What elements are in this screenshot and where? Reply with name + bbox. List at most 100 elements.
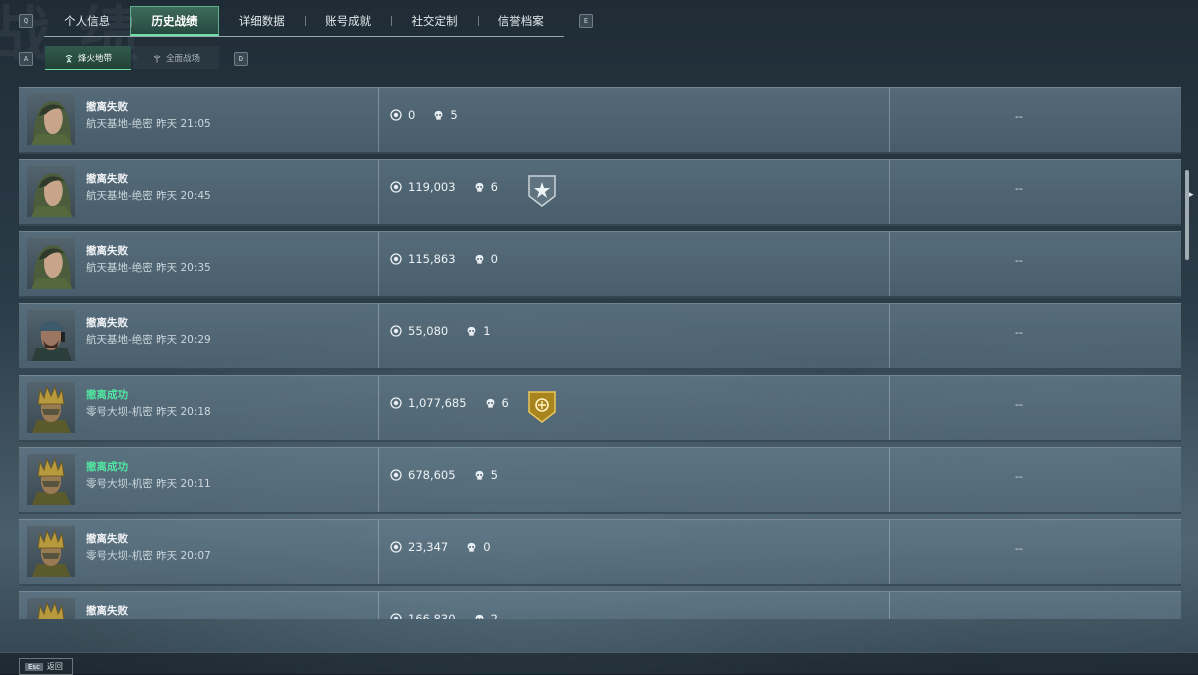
match-row[interactable]: 撤离失败 航天基地-绝密 昨天 20:35 115,863 0 -- xyxy=(19,231,1181,298)
extraction-result: 撤离失败 xyxy=(86,173,128,185)
kill-count: 2 xyxy=(490,612,498,619)
antenna-icon xyxy=(153,54,161,62)
column-divider xyxy=(889,88,890,152)
main-tabs: 个人信息 历史战绩 详细数据 账号成就 社交定制 信誉档案 xyxy=(44,6,564,37)
back-button[interactable]: Esc 返回 xyxy=(19,658,73,675)
column-divider xyxy=(889,376,890,440)
match-row[interactable]: 撤离失败 航天基地-绝密 昨天 20:45 119,003 6 -- xyxy=(19,159,1181,226)
extra-stat: -- xyxy=(1015,542,1023,555)
value-amount: 115,863 xyxy=(408,252,456,266)
e-key-hint: E xyxy=(579,14,593,28)
tab-match-history[interactable]: 历史战绩 xyxy=(130,6,219,36)
match-row[interactable]: 撤离失败 零号大坝-机密 昨天 20:07 23,347 0 -- xyxy=(19,519,1181,586)
extraction-result: 撤离失败 xyxy=(86,533,128,545)
tab-warfare[interactable]: 全面战场 xyxy=(133,46,219,69)
tab-achievements[interactable]: 账号成就 xyxy=(304,6,391,36)
match-time: 昨天 20:11 xyxy=(156,478,211,490)
tab-warfare-label: 全面战场 xyxy=(165,53,200,64)
column-divider xyxy=(378,376,379,440)
match-info: 零号大坝-机密 昨天 20:11 xyxy=(86,476,211,491)
skull-icon xyxy=(475,182,483,192)
coin-icon xyxy=(390,613,402,619)
gold-shield-badge xyxy=(527,390,557,424)
crown-operator-avatar xyxy=(27,382,75,433)
extra-stat: -- xyxy=(1015,398,1023,411)
map-name: 航天基地-绝密 xyxy=(86,262,153,274)
extraction-result: 撤离成功 xyxy=(86,389,128,401)
map-name: 零号大坝-机密 xyxy=(86,478,153,490)
q-key-hint: Q xyxy=(19,14,33,28)
extra-stat: -- xyxy=(1015,326,1023,339)
match-time: 昨天 20:29 xyxy=(156,334,211,346)
crown-operator-avatar xyxy=(27,526,75,577)
column-divider xyxy=(378,520,379,584)
map-name: 航天基地-绝密 xyxy=(86,118,153,130)
column-divider xyxy=(378,232,379,296)
match-info: 航天基地-绝密 昨天 21:05 xyxy=(86,116,211,131)
bottom-bar: Esc 返回 xyxy=(0,652,1198,675)
column-divider xyxy=(378,160,379,224)
value-amount: 23,347 xyxy=(408,540,449,554)
coin-icon xyxy=(390,109,402,121)
mode-tab-bar: A 烽火地带 全面战场 D xyxy=(0,46,260,70)
match-info: 航天基地-绝密 昨天 20:35 xyxy=(86,260,211,275)
kill-count: 0 xyxy=(483,540,491,554)
value-amount: 166,830 xyxy=(408,612,456,619)
coin-icon xyxy=(390,181,402,193)
value-stat: 55,080 1 xyxy=(390,324,491,338)
match-info: 航天基地-绝密 昨天 20:45 xyxy=(86,188,211,203)
tab-operations-zone[interactable]: 烽火地带 xyxy=(45,46,131,70)
tab-credit-record[interactable]: 信誉档案 xyxy=(477,6,564,36)
coin-icon xyxy=(390,397,402,409)
extra-stat: -- xyxy=(1015,254,1023,267)
value-stat: 115,863 0 xyxy=(390,252,498,266)
match-info: 航天基地-绝密 昨天 20:29 xyxy=(86,332,211,347)
column-divider xyxy=(378,304,379,368)
scrollbar-thumb[interactable] xyxy=(1185,170,1189,260)
hood-operator-avatar xyxy=(27,94,75,145)
tab-social-custom[interactable]: 社交定制 xyxy=(391,6,477,36)
column-divider xyxy=(889,304,890,368)
map-name: 零号大坝-机密 xyxy=(86,550,153,562)
star-shield-badge xyxy=(527,174,557,208)
map-name: 航天基地-绝密 xyxy=(86,190,153,202)
kill-count: 6 xyxy=(501,396,509,410)
cap-operator-avatar xyxy=(27,310,75,361)
match-row[interactable]: 撤离失败 166,830 2 -- xyxy=(19,591,1181,619)
skull-icon xyxy=(475,470,483,480)
value-stat: 166,830 2 xyxy=(390,612,498,619)
match-time: 昨天 21:05 xyxy=(156,118,211,130)
skull-icon xyxy=(475,614,483,619)
match-time: 昨天 20:18 xyxy=(156,406,211,418)
value-amount: 119,003 xyxy=(408,180,456,194)
extraction-result: 撤离成功 xyxy=(86,461,128,473)
extraction-result: 撤离失败 xyxy=(86,605,128,617)
tab-profile[interactable]: 个人信息 xyxy=(44,6,130,36)
crown-operator-avatar xyxy=(27,598,75,619)
skull-icon xyxy=(467,542,476,552)
column-divider xyxy=(378,448,379,512)
column-divider xyxy=(889,592,890,619)
tab-detailed-stats[interactable]: 详细数据 xyxy=(219,6,305,36)
wifi-tower-icon xyxy=(65,54,73,63)
cursor-arrow-icon: ▸ xyxy=(1189,190,1194,200)
value-stat: 23,347 0 xyxy=(390,540,491,554)
match-row[interactable]: 撤离成功 零号大坝-机密 昨天 20:11 678,605 5 -- xyxy=(19,447,1181,514)
column-divider xyxy=(889,232,890,296)
match-row[interactable]: 撤离成功 零号大坝-机密 昨天 20:18 1,077,685 6 -- xyxy=(19,375,1181,442)
value-amount: 0 xyxy=(408,108,416,122)
match-row[interactable]: 撤离失败 航天基地-绝密 昨天 20:29 55,080 1 -- xyxy=(19,303,1181,370)
extraction-result: 撤离失败 xyxy=(86,245,128,257)
map-name: 航天基地-绝密 xyxy=(86,334,153,346)
value-stat: 119,003 6 xyxy=(390,180,498,194)
coin-icon xyxy=(390,253,402,265)
crown-operator-avatar xyxy=(27,454,75,505)
tab-operations-zone-label: 烽火地带 xyxy=(77,53,112,64)
column-divider xyxy=(889,160,890,224)
match-row[interactable]: 撤离失败 航天基地-绝密 昨天 21:05 0 5 -- xyxy=(19,87,1181,154)
match-info: 零号大坝-机密 昨天 20:18 xyxy=(86,404,211,419)
extra-stat: -- xyxy=(1015,182,1023,195)
coin-icon xyxy=(390,325,402,337)
match-time: 昨天 20:45 xyxy=(156,190,211,202)
d-key-hint: D xyxy=(234,52,248,66)
